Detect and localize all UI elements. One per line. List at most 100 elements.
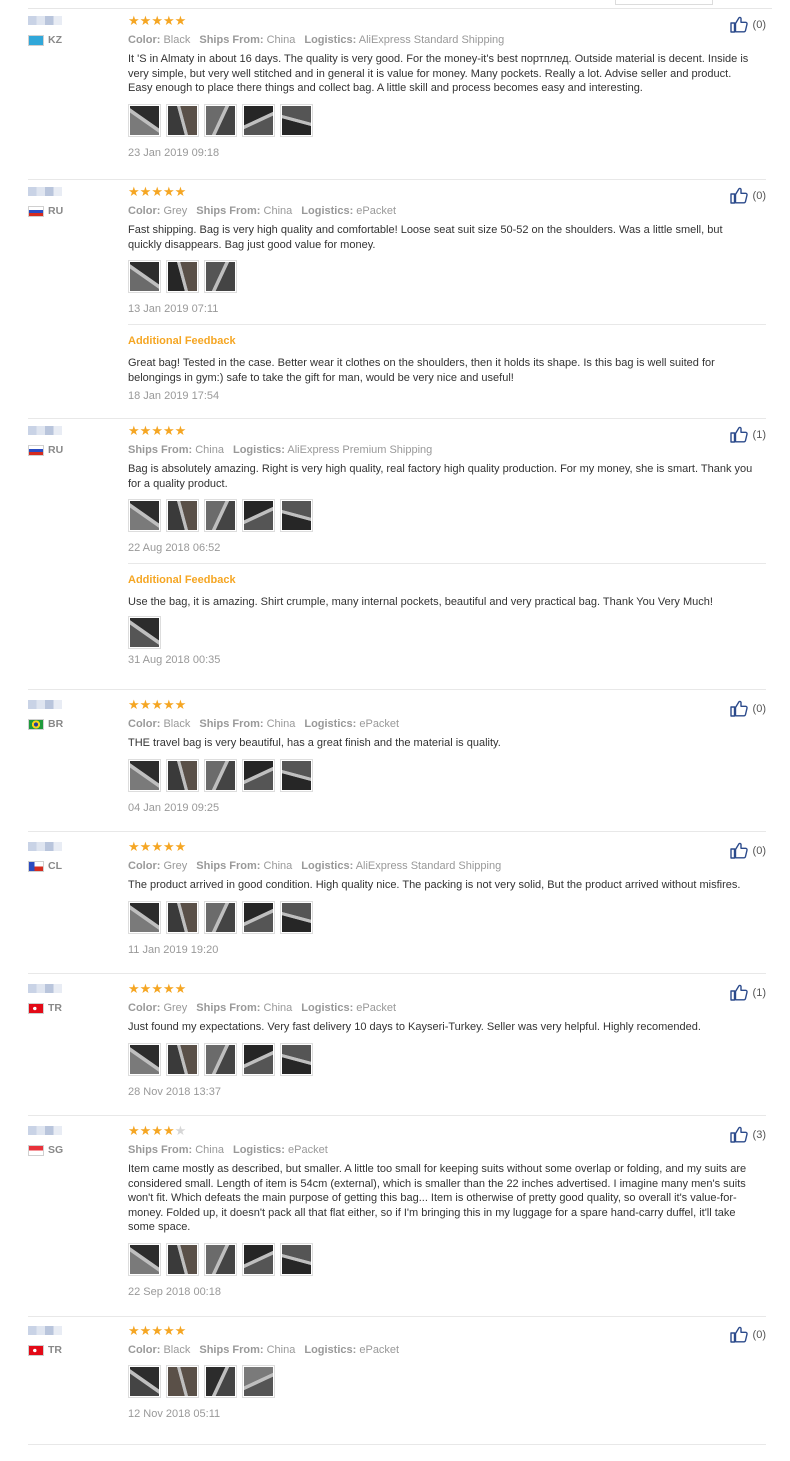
review-photo[interactable] (128, 1042, 161, 1076)
review-date: 23 Jan 2019 09:18 (128, 146, 220, 159)
review-photo[interactable] (166, 499, 199, 532)
ships-from-value: China (195, 444, 224, 456)
top-control[interactable] (615, 0, 713, 5)
review-photo[interactable] (242, 1365, 275, 1398)
helpful-count: (1) (752, 986, 766, 999)
reviewer-name-blurred (28, 187, 62, 196)
review-photo[interactable] (128, 900, 161, 934)
ships-from-label: Ships From: (128, 1144, 193, 1156)
ships-from-value: China (263, 860, 293, 872)
country-code: SG (48, 1144, 64, 1156)
review-photo[interactable] (128, 103, 161, 137)
star-icon: ★ (162, 184, 175, 199)
photo-image (168, 902, 197, 932)
review-text: It 'S in Almaty in about 16 days. The qu… (128, 53, 749, 94)
review-photo[interactable] (204, 758, 237, 792)
additional-feedback-date: 31 Aug 2018 00:35 (128, 653, 221, 666)
helpful-button[interactable]: (0) (729, 842, 766, 859)
ships-from-label: Ships From: (199, 34, 264, 46)
review-photo[interactable] (242, 758, 275, 792)
review-photo[interactable] (242, 900, 275, 934)
order-info: Ships From: China Logistics: ePacket (128, 1143, 766, 1157)
reviewer-country: CL (28, 860, 128, 872)
photo-image (244, 902, 273, 932)
logistics-value: AliExpress Standard Shipping (355, 860, 502, 872)
star-icon: ★ (162, 839, 175, 854)
review-photo[interactable] (280, 1042, 313, 1076)
review-photo[interactable] (204, 103, 237, 137)
helpful-button[interactable]: (1) (729, 984, 766, 1001)
photo-list (128, 1242, 766, 1276)
review-photo[interactable] (204, 499, 237, 532)
country-code: RU (48, 205, 64, 217)
helpful-count: (0) (752, 702, 766, 715)
star-rating: ★★★★★ (128, 1324, 766, 1340)
review-photo[interactable] (280, 900, 313, 934)
review-photo[interactable] (204, 1042, 237, 1076)
color-value: Grey (163, 205, 188, 217)
thumbs-up-icon (729, 1326, 748, 1343)
review-photo[interactable] (280, 1242, 313, 1276)
logistics-label: Logistics: (232, 444, 285, 456)
logistics-value: ePacket (288, 1144, 328, 1156)
review-body: ★★★★★ Color: Black Ships From: China Logist… (128, 698, 766, 814)
photo-image (282, 1044, 311, 1074)
review-photo[interactable] (204, 1242, 237, 1276)
review-photo[interactable] (242, 103, 275, 137)
review-photo[interactable] (166, 103, 199, 137)
logistics-label: Logistics: (301, 1002, 354, 1014)
review-photo[interactable] (242, 499, 275, 532)
review-photo[interactable] (128, 1242, 161, 1276)
reviewer-country: SG (28, 1144, 128, 1156)
star-icon: ★ (151, 184, 163, 199)
logistics-label: Logistics: (304, 34, 357, 46)
review-photo[interactable] (280, 499, 313, 532)
review-photo[interactable] (166, 260, 199, 293)
reviewer: KZ (28, 16, 128, 46)
color-label: Color: (128, 1344, 161, 1356)
review-photo[interactable] (166, 1042, 199, 1076)
review-photo[interactable] (128, 615, 161, 649)
photo-image (130, 262, 159, 291)
thumbs-up-icon (729, 1126, 748, 1143)
review-photo[interactable] (280, 103, 313, 137)
review-text: Just found my expectations. Very fast de… (128, 1021, 701, 1033)
review-photo[interactable] (204, 1365, 237, 1398)
ships-from-label: Ships From: (128, 444, 193, 456)
review-photo[interactable] (128, 260, 161, 293)
helpful-button[interactable]: (3) (729, 1126, 766, 1143)
review-photo[interactable] (204, 260, 237, 293)
helpful-button[interactable]: (0) (729, 1326, 766, 1343)
review-photo[interactable] (242, 1042, 275, 1076)
helpful-button[interactable]: (1) (729, 426, 766, 443)
review-item: SG ★★★★★ Ships From: China Logistics: ePack… (28, 1124, 766, 1317)
helpful-button[interactable]: (0) (729, 16, 766, 33)
photo-image (244, 1367, 273, 1396)
country-code: TR (48, 1344, 62, 1356)
helpful-button[interactable]: (0) (729, 700, 766, 717)
reviewer-country: RU (28, 444, 128, 456)
photo-image (130, 105, 159, 135)
review-photo[interactable] (128, 758, 161, 792)
review-text: Bag is absolutely amazing. Right is very… (128, 463, 753, 490)
review-photo[interactable] (166, 900, 199, 934)
review-photo[interactable] (128, 499, 161, 532)
review-photo[interactable] (280, 758, 313, 792)
color-value: Black (163, 34, 191, 46)
review-photo[interactable] (166, 758, 199, 792)
photo-image (206, 501, 235, 530)
photo-list (128, 260, 766, 293)
review-photo[interactable] (128, 1365, 161, 1398)
reviewer-name-blurred (28, 1126, 62, 1135)
review-photo[interactable] (242, 1242, 275, 1276)
review-photo[interactable] (166, 1365, 199, 1398)
review-photo[interactable] (204, 900, 237, 934)
review-body: ★★★★★ Color: Black Ships From: China Logist… (128, 1324, 766, 1420)
review-date: 28 Nov 2018 13:37 (128, 1085, 221, 1098)
helpful-button[interactable]: (0) (729, 187, 766, 204)
photo-image (168, 105, 197, 135)
review-photo[interactable] (166, 1242, 199, 1276)
photo-list (128, 1042, 766, 1076)
photo-image (168, 262, 197, 291)
reviewer: BR (28, 700, 128, 730)
